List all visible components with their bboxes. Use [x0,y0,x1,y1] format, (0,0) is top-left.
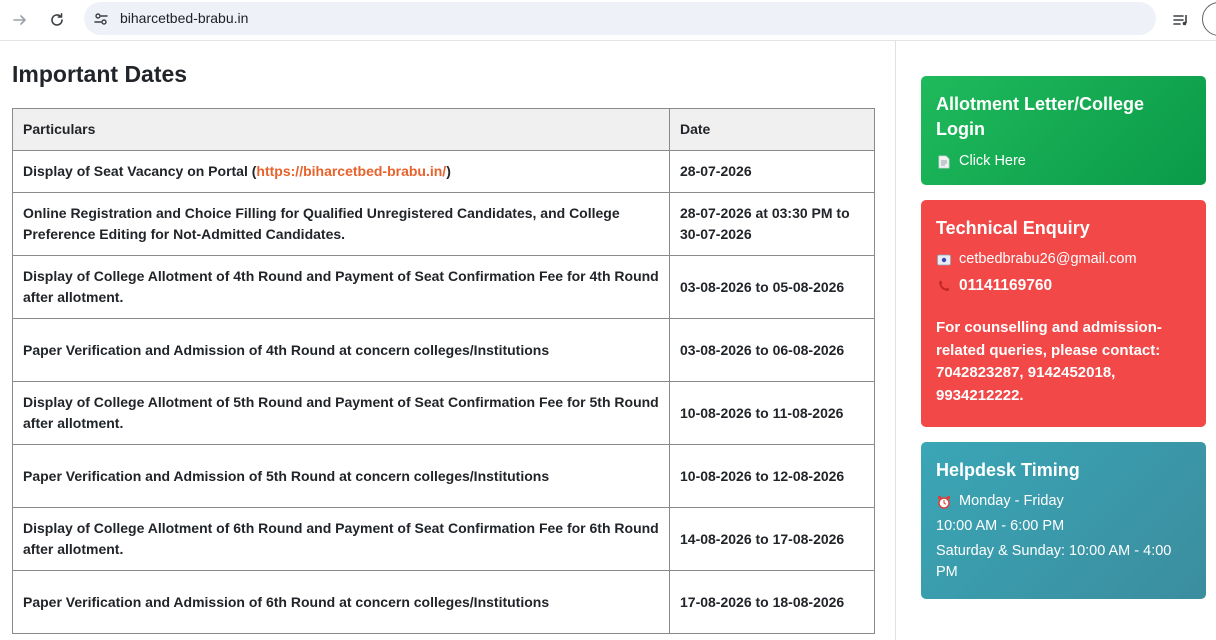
main-content: Important Dates Particulars Date Display… [0,41,895,640]
date-cell: 14-08-2026 to 17-08-2026 [669,507,875,571]
particulars-cell: Display of College Allotment of 6th Roun… [12,507,670,571]
document-icon [936,154,952,170]
particulars-cell: Paper Verification and Admission of 6th … [12,570,670,634]
particulars-cell: Display of College Allotment of 5th Roun… [12,381,670,445]
media-controls-button[interactable] [1168,7,1194,33]
date-cell: 10-08-2026 to 11-08-2026 [669,381,875,445]
date-cell: 03-08-2026 to 05-08-2026 [669,255,875,319]
reload-button[interactable] [44,7,70,33]
weekday-hours: 10:00 AM - 6:00 PM [936,518,1065,534]
counselling-note: For counselling and admission-related qu… [936,319,1162,404]
email-text[interactable]: cetbedbrabu26@gmail.com [959,249,1137,270]
enquiry-card-title: Technical Enquiry [936,218,1090,238]
date-cell: 10-08-2026 to 12-08-2026 [669,444,875,508]
table-row: Online Registration and Choice Filling f… [12,192,875,256]
header-particulars: Particulars [12,108,670,151]
table-row: Paper Verification and Admission of 5th … [12,444,875,508]
tune-icon [94,13,108,25]
particulars-cell: Display of College Allotment of 4th Roun… [12,255,670,319]
column-divider [895,41,896,640]
particulars-cell: Online Registration and Choice Filling f… [12,192,670,256]
arrow-right-icon [13,15,26,25]
url-text[interactable]: biharcetbed-brabu.in [120,10,248,26]
profile-avatar[interactable] [1202,2,1216,36]
technical-enquiry-card: Technical Enquiry cetbedbrabu26@gmail.co… [921,200,1206,427]
alarm-clock-icon [936,494,952,510]
date-cell: 17-08-2026 to 18-08-2026 [669,570,875,634]
portal-link[interactable]: https://biharcetbed-brabu.in/ [256,163,446,179]
browser-toolbar: biharcetbed-brabu.in [0,0,1216,41]
allotment-card: Allotment Letter/College Login Click Her… [921,76,1206,185]
phone-icon [936,278,952,294]
table-row: Paper Verification and Admission of 6th … [12,570,875,634]
date-cell: 28-07-2026 at 03:30 PM to 30-07-2026 [669,192,875,256]
particulars-cell: Paper Verification and Admission of 5th … [12,444,670,508]
click-here-link[interactable]: Click Here [936,151,1191,172]
site-info-button[interactable] [92,10,110,28]
important-dates-table: Particulars Date Display of Seat Vacancy… [12,108,875,634]
table-header-row: Particulars Date [12,108,875,151]
reload-icon [51,13,63,26]
page-title: Important Dates [12,61,188,87]
allotment-card-title: Allotment Letter/College Login [936,94,1145,139]
forward-button[interactable] [7,7,33,33]
particulars-cell: Paper Verification and Admission of 4th … [12,318,670,382]
weekday-text: Monday - Friday [959,493,1064,509]
table-row: Display of College Allotment of 6th Roun… [12,507,875,571]
address-bar[interactable]: biharcetbed-brabu.in [84,2,1156,35]
table-row: Display of Seat Vacancy on Portal (https… [12,150,875,193]
email-line: cetbedbrabu26@gmail.com [936,249,1191,270]
helpdesk-card-title: Helpdesk Timing [936,460,1080,480]
phone-text[interactable]: 01141169760 [959,275,1052,296]
particulars-cell: Display of Seat Vacancy on Portal (https… [12,150,670,193]
weekday-line: Monday - Friday [936,491,1191,512]
weekend-hours: Saturday & Sunday: 10:00 AM - 4:00 PM [936,543,1172,580]
helpdesk-card: Helpdesk Timing Monday - Friday 10:00 AM… [921,442,1206,599]
table-row: Display of College Allotment of 4th Roun… [12,255,875,319]
playlist-icon [1173,15,1187,26]
table-row: Paper Verification and Admission of 4th … [12,318,875,382]
phone-line: 01141169760 [936,275,1191,296]
email-icon [936,252,952,268]
date-cell: 03-08-2026 to 06-08-2026 [669,318,875,382]
header-date: Date [669,108,875,151]
date-cell: 28-07-2026 [669,150,875,193]
table-row: Display of College Allotment of 5th Roun… [12,381,875,445]
